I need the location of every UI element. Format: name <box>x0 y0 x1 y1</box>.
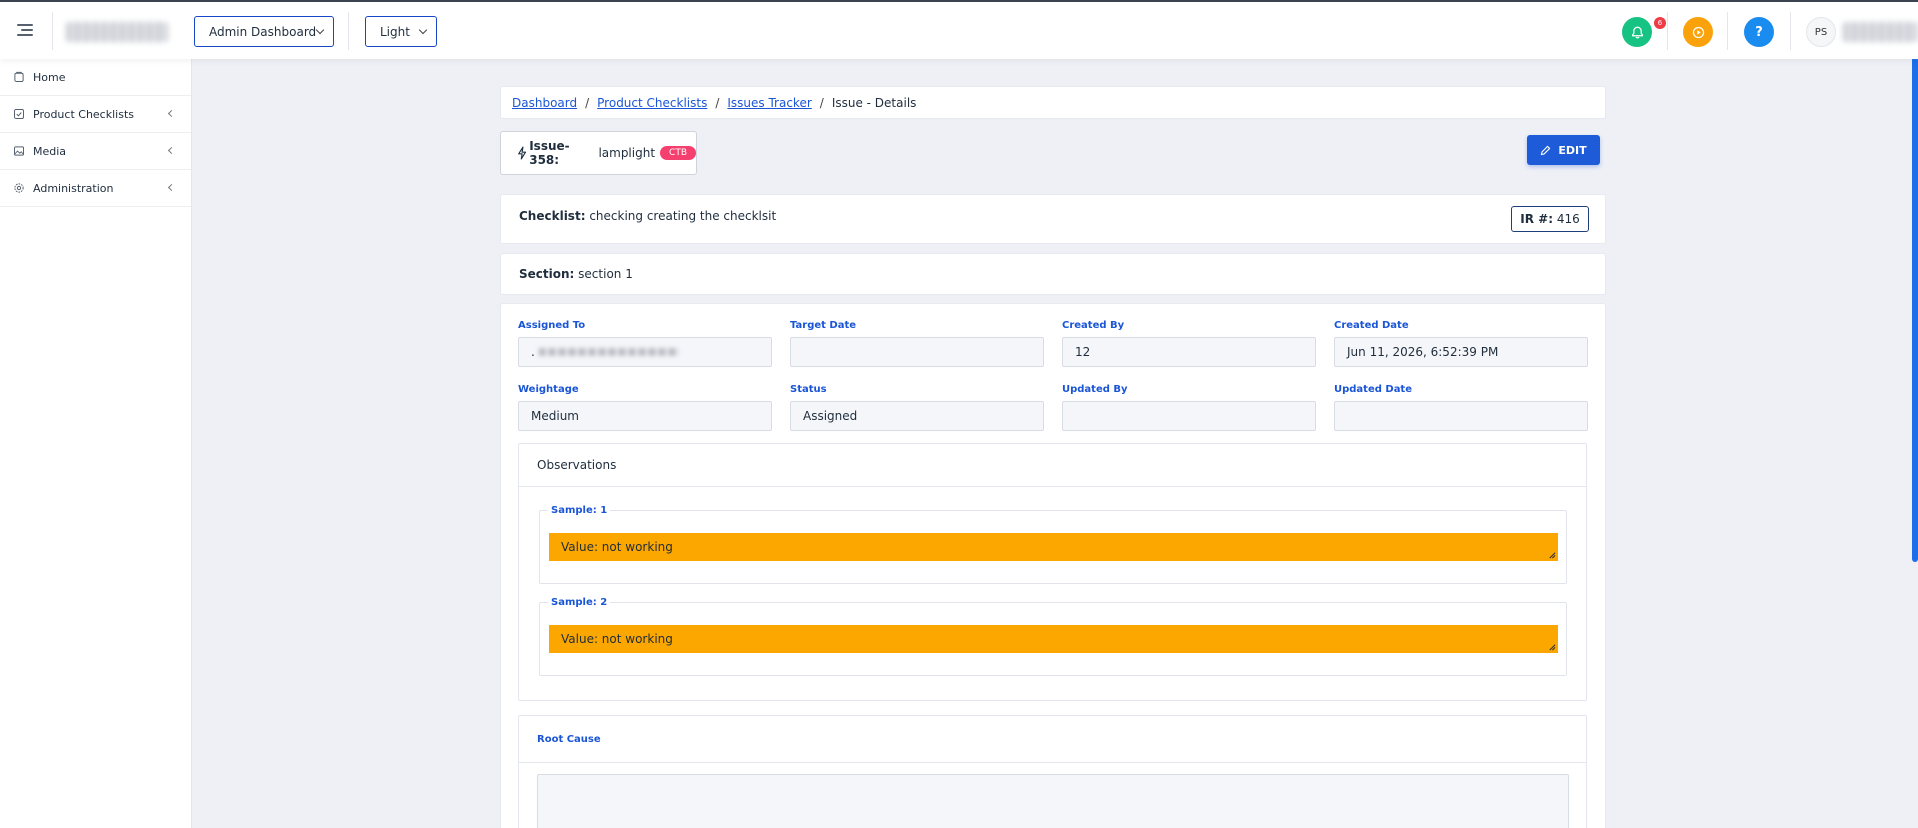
breadcrumb-separator: / <box>715 95 720 110</box>
help-button[interactable]: ? <box>1744 17 1774 47</box>
menu-toggle-icon[interactable] <box>17 24 33 36</box>
sample-1-label: Sample: 1 <box>548 505 611 516</box>
sidebar-item-administration[interactable]: Administration <box>0 170 191 207</box>
target-date-label: Target Date <box>790 320 857 331</box>
sample-1-group: Sample: 1 Value: not working <box>539 505 1567 584</box>
sidebar-item-label: Administration <box>33 181 114 195</box>
dashboard-select[interactable]: Admin Dashboard <box>194 16 334 47</box>
breadcrumb-separator: / <box>819 95 824 110</box>
resize-handle-icon[interactable] <box>1547 642 1556 651</box>
assigned-to-label: Assigned To <box>518 320 586 331</box>
sidebar-item-home[interactable]: Home <box>0 59 191 96</box>
sample-2-value-textarea[interactable]: Value: not working <box>549 625 1558 653</box>
updated-date-field[interactable] <box>1334 401 1588 431</box>
ir-label: IR #: <box>1520 212 1553 226</box>
page-scrollbar[interactable] <box>1912 57 1918 562</box>
assigned-to-blurred <box>538 348 679 356</box>
assigned-to-field[interactable]: . <box>518 337 772 367</box>
created-date-label: Created Date <box>1334 320 1409 331</box>
observations-title: Observations <box>519 444 1586 487</box>
divider <box>1667 12 1668 50</box>
divider <box>348 12 349 50</box>
assigned-to-value: . <box>531 345 535 359</box>
notification-button[interactable] <box>1622 17 1652 47</box>
issue-id: Issue-358: <box>529 139 570 167</box>
divider <box>1790 12 1791 50</box>
sample-1-value-textarea[interactable]: Value: not working <box>549 533 1558 561</box>
breadcrumb-product-checklists-link[interactable]: Product Checklists <box>597 96 707 110</box>
root-cause-label: Root Cause <box>519 716 1586 763</box>
resize-handle-icon[interactable] <box>1547 550 1556 559</box>
weightage-label: Weightage <box>518 384 579 395</box>
sample-1-value: Value: not working <box>561 540 673 554</box>
divider <box>1727 12 1728 50</box>
chevron-left-icon <box>167 183 176 192</box>
notification-count-badge: 6 <box>1654 17 1666 29</box>
breadcrumb: Dashboard / Product Checklists / Issues … <box>500 86 1606 119</box>
avatar[interactable]: PS <box>1806 17 1836 47</box>
bell-icon <box>1631 26 1643 39</box>
play-button[interactable] <box>1683 17 1713 47</box>
user-initials: PS <box>1814 26 1828 38</box>
theme-select[interactable]: Light <box>365 16 437 47</box>
sample-2-label: Sample: 2 <box>548 597 611 608</box>
help-icon: ? <box>1755 24 1763 40</box>
sidebar-item-product-checklists[interactable]: Product Checklists <box>0 96 191 133</box>
sidebar-item-label: Product Checklists <box>33 107 134 121</box>
section-label: Section: <box>519 267 575 281</box>
theme-select-value: Light <box>380 24 410 39</box>
breadcrumb-separator: / <box>585 95 590 110</box>
sample-2-value: Value: not working <box>561 632 673 646</box>
chevron-left-icon <box>167 109 176 118</box>
edit-button-label: EDIT <box>1558 143 1587 157</box>
sidebar: Home Product Checklists Media Administra… <box>0 59 192 828</box>
dashboard-select-value: Admin Dashboard <box>209 24 317 39</box>
section-card: Section: section 1 <box>500 253 1606 295</box>
status-label: Status <box>790 384 827 395</box>
sidebar-item-label: Media <box>33 144 67 158</box>
lightning-icon <box>518 146 527 160</box>
checklist-card: Checklist: checking creating the checkls… <box>500 194 1606 244</box>
breadcrumb-current: Issue - Details <box>831 95 917 110</box>
chevron-down-icon <box>315 25 325 35</box>
play-circle-icon <box>1692 26 1704 38</box>
sidebar-item-label: Home <box>33 70 66 84</box>
user-name[interactable] <box>1843 22 1918 42</box>
sidebar-item-media[interactable]: Media <box>0 133 191 170</box>
updated-by-label: Updated By <box>1062 384 1128 395</box>
top-bar: Admin Dashboard Light 6 ? PS <box>0 0 1918 59</box>
root-cause-panel: Root Cause <box>518 715 1587 828</box>
issue-title: Issue-358: lamplight CTB <box>500 131 697 175</box>
target-date-field[interactable] <box>790 337 1044 367</box>
checklist-label: Checklist: <box>519 209 586 223</box>
updated-by-field[interactable] <box>1062 401 1316 431</box>
checklist-icon <box>14 109 24 119</box>
root-cause-textarea[interactable] <box>537 774 1569 828</box>
created-date-field[interactable]: Jun 11, 2026, 6:52:39 PM <box>1334 337 1588 367</box>
issue-name: lamplight <box>598 146 656 160</box>
pencil-icon <box>1541 145 1551 155</box>
weightage-field[interactable]: Medium <box>518 401 772 431</box>
breadcrumb-issues-tracker-link[interactable]: Issues Tracker <box>727 96 811 110</box>
chevron-left-icon <box>167 146 176 155</box>
logo <box>66 22 168 42</box>
edit-button[interactable]: EDIT <box>1527 135 1600 165</box>
divider <box>52 12 53 50</box>
updated-date-label: Updated Date <box>1334 384 1412 395</box>
status-field[interactable]: Assigned <box>790 401 1044 431</box>
image-icon <box>14 146 24 156</box>
observations-panel: Observations Sample: 1 Value: not workin… <box>518 443 1587 701</box>
ir-value: 416 <box>1556 212 1580 226</box>
ir-number-box: IR #: 416 <box>1511 206 1589 232</box>
sample-2-group: Sample: 2 Value: not working <box>539 597 1567 676</box>
breadcrumb-dashboard-link[interactable]: Dashboard <box>512 96 577 110</box>
created-by-field[interactable]: 12 <box>1062 337 1316 367</box>
gear-icon <box>14 183 24 193</box>
status-badge: CTB <box>660 146 696 160</box>
created-by-label: Created By <box>1062 320 1125 331</box>
checklist-value: checking creating the checklsit <box>589 209 777 223</box>
section-value: section 1 <box>578 267 633 281</box>
chevron-down-icon <box>418 25 428 35</box>
home-icon <box>14 71 24 82</box>
